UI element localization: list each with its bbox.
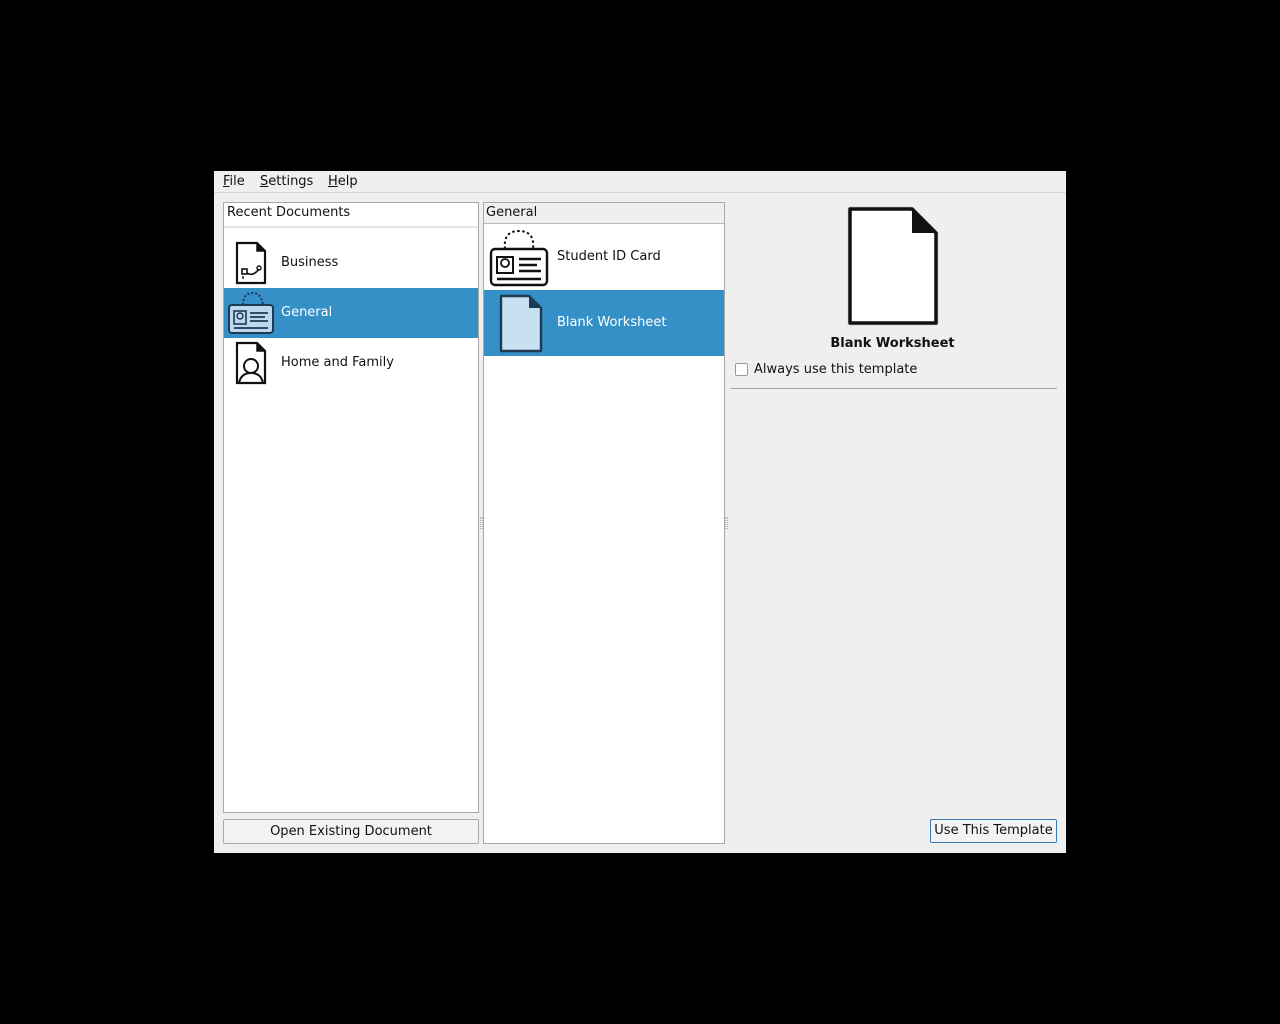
template-label: Blank Worksheet <box>557 315 667 330</box>
menu-help[interactable]: Help <box>328 174 358 189</box>
preview-title: Blank Worksheet <box>830 336 955 351</box>
menu-settings[interactable]: Settings <box>260 174 313 189</box>
category-list[interactable]: Recent Documents Business General Home a… <box>223 202 479 813</box>
always-use-template-label[interactable]: Always use this template <box>754 362 917 377</box>
template-chooser-window: File Settings Help Recent Documents Busi… <box>214 171 1066 853</box>
student-id-card-icon <box>489 229 549 287</box>
id-card-icon <box>228 291 274 334</box>
blank-document-icon <box>499 294 543 353</box>
category-label: General <box>281 305 333 320</box>
category-label: Home and Family <box>281 355 394 370</box>
use-this-template-button[interactable]: Use This Template <box>930 819 1057 843</box>
template-item-blank-worksheet[interactable]: Blank Worksheet <box>484 290 724 356</box>
splitter-handle-right[interactable] <box>725 517 728 529</box>
menu-file[interactable]: File <box>223 174 245 189</box>
menubar: File Settings Help <box>214 171 1066 193</box>
business-document-icon <box>235 241 267 285</box>
template-label: Student ID Card <box>557 249 661 264</box>
category-label: Business <box>281 255 339 270</box>
open-existing-document-button[interactable]: Open Existing Document <box>223 819 479 844</box>
family-document-icon <box>235 341 267 385</box>
category-item-home-and-family[interactable]: Home and Family <box>224 338 478 388</box>
preview-blank-document-icon <box>847 206 939 326</box>
templates-header: General <box>484 203 724 224</box>
category-item-business[interactable]: Business <box>224 238 478 288</box>
category-item-general[interactable]: General <box>224 288 478 338</box>
template-item-student-id-card[interactable]: Student ID Card <box>484 224 724 290</box>
always-use-template-checkbox[interactable] <box>735 363 748 376</box>
separator <box>730 388 1057 389</box>
template-list[interactable]: General Student ID Card Blank Worksheet <box>483 202 725 844</box>
recent-documents-header[interactable]: Recent Documents <box>224 203 478 228</box>
